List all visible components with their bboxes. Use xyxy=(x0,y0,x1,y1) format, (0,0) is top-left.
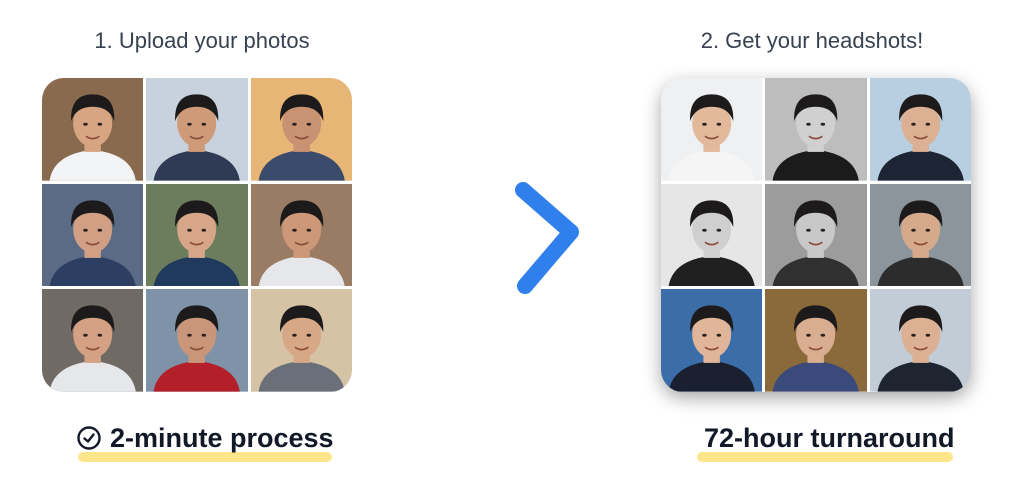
headshot-photo-4 xyxy=(661,183,763,287)
uploaded-photo-6 xyxy=(250,183,352,287)
clock-check-icon xyxy=(76,425,102,451)
left-column-title: 1. Upload your photos xyxy=(94,28,310,53)
uploaded-photo-9 xyxy=(250,289,352,392)
uploaded-photo-3 xyxy=(250,78,352,181)
right-caption: 72-hour turnaround xyxy=(704,418,955,458)
headshot-photo-7 xyxy=(661,289,763,392)
headshot-photo-9 xyxy=(869,289,971,392)
headshot-photo-5 xyxy=(765,183,867,287)
uploaded-photo-5 xyxy=(146,183,248,287)
right-column-title: 2. Get your headshots! xyxy=(700,28,924,53)
right-caption-text: 72-hour turnaround xyxy=(704,422,955,453)
uploaded-photo-2 xyxy=(146,78,248,181)
uploaded-photos-grid xyxy=(42,78,352,392)
right-arrow-icon xyxy=(425,182,579,294)
headshot-photo-3 xyxy=(869,78,971,181)
uploaded-photo-8 xyxy=(146,289,248,392)
uploaded-photo-1 xyxy=(42,78,144,181)
headshot-photo-8 xyxy=(765,289,867,392)
left-caption: 2-minute process xyxy=(76,418,334,458)
headshot-photo-1 xyxy=(661,78,763,181)
uploaded-photo-4 xyxy=(42,183,144,287)
uploaded-photo-7 xyxy=(42,289,144,392)
left-caption-text: 2-minute process xyxy=(110,422,334,453)
headshots-grid xyxy=(661,78,971,392)
headshot-photo-2 xyxy=(765,78,867,181)
headshot-photo-6 xyxy=(869,183,971,287)
